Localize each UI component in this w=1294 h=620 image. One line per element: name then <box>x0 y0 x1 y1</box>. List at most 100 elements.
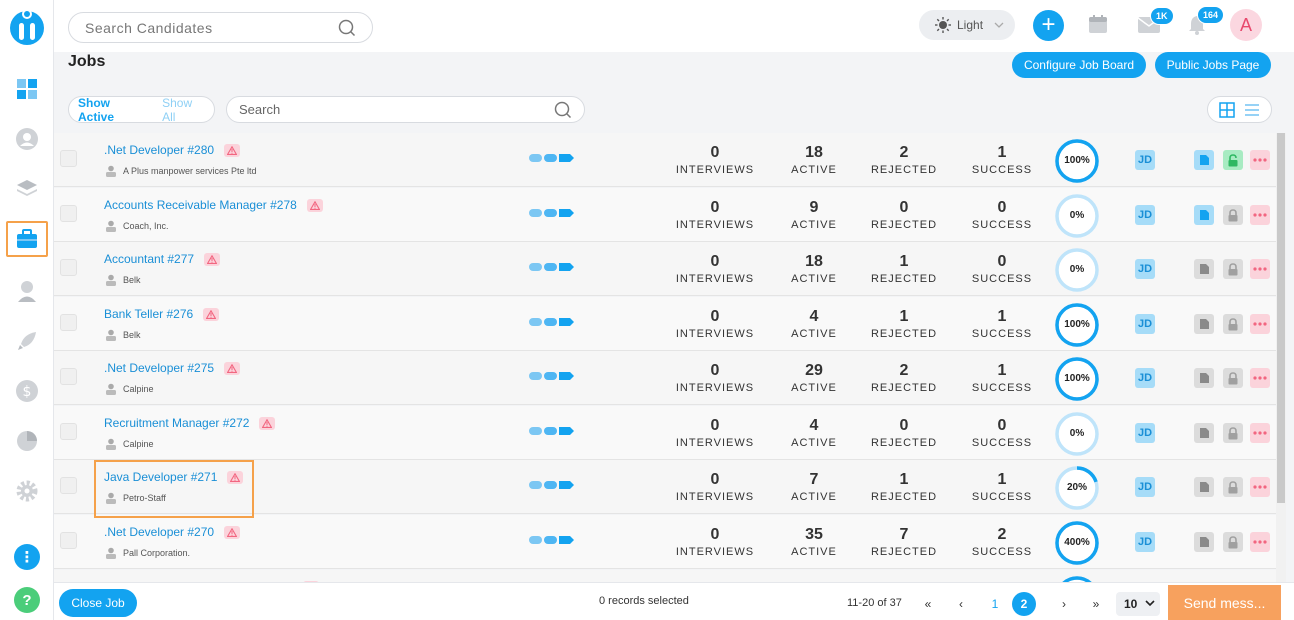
search-icon[interactable] <box>554 101 572 119</box>
job-title[interactable]: .Net Developer #275 <box>104 361 214 375</box>
lock-button[interactable] <box>1223 259 1243 279</box>
more-options-button[interactable] <box>1250 423 1270 443</box>
job-title[interactable]: Recruitment Manager #272 <box>104 416 249 430</box>
sidebar-item-candidates[interactable] <box>6 121 48 157</box>
sidebar-item-stack[interactable] <box>6 171 48 207</box>
theme-toggle[interactable]: Light <box>919 10 1015 40</box>
job-title-link[interactable]: .Net Developer #275 <box>104 361 241 375</box>
job-description-button[interactable]: JD <box>1135 368 1155 388</box>
warning-badge[interactable] <box>224 143 241 157</box>
active-stat[interactable]: 7 ACTIVE <box>774 470 854 505</box>
success-stat[interactable]: 1 SUCCESS <box>962 470 1042 505</box>
show-all-option[interactable]: Show All <box>162 96 205 124</box>
sidebar-item-dashboard[interactable] <box>6 71 48 107</box>
grid-view-icon[interactable] <box>1219 101 1235 118</box>
page-1-button[interactable]: 1 <box>988 592 1002 616</box>
more-options-button[interactable] <box>1250 368 1270 388</box>
pipeline-indicator[interactable] <box>529 481 574 489</box>
scrollbar-thumb[interactable] <box>1277 133 1285 503</box>
per-page-select[interactable]: 10 <box>1116 592 1160 616</box>
job-title-link[interactable]: .Net Developer #280 <box>104 143 241 157</box>
job-title-link[interactable]: Bank Teller #276 <box>104 307 220 321</box>
warning-badge[interactable] <box>306 198 323 212</box>
rejected-stat[interactable]: 7 REJECTED <box>864 525 944 560</box>
row-checkbox[interactable] <box>60 150 77 167</box>
public-jobs-page-button[interactable]: Public Jobs Page <box>1155 52 1271 78</box>
interviews-stat[interactable]: 0 INTERVIEWS <box>669 307 761 342</box>
pipeline-indicator[interactable] <box>529 536 574 544</box>
row-checkbox[interactable] <box>60 532 77 549</box>
search-candidates-input[interactable] <box>85 19 338 36</box>
success-stat[interactable]: 0 SUCCESS <box>962 252 1042 287</box>
warning-badge[interactable] <box>203 307 220 321</box>
job-description-button[interactable]: JD <box>1135 423 1155 443</box>
job-description-button[interactable]: JD <box>1135 477 1155 497</box>
sidebar-item-launch[interactable] <box>6 323 48 359</box>
job-title[interactable]: Accountant #277 <box>104 252 194 266</box>
pipeline-indicator[interactable] <box>529 372 574 380</box>
row-checkbox[interactable] <box>60 205 77 222</box>
list-view-icon[interactable] <box>1244 103 1260 117</box>
lock-button[interactable] <box>1223 150 1243 170</box>
page-2-button[interactable]: 2 <box>1012 592 1036 616</box>
row-checkbox[interactable] <box>60 368 77 385</box>
table-row[interactable]: Production Process Specialist #2650INTER… <box>54 570 1276 582</box>
more-options-button[interactable] <box>1250 205 1270 225</box>
success-stat[interactable]: 1 SUCCESS <box>962 361 1042 396</box>
success-stat[interactable]: 0 SUCCESS <box>962 416 1042 451</box>
more-options-button[interactable] <box>1250 532 1270 552</box>
sidebar-item-reports[interactable] <box>6 423 48 459</box>
table-row[interactable]: Accounts Receivable Manager #278 Coach, I… <box>54 188 1276 242</box>
active-stat[interactable]: 35 ACTIVE <box>774 525 854 560</box>
active-stat[interactable]: 29 ACTIVE <box>774 361 854 396</box>
rejected-stat[interactable]: 0 REJECTED <box>864 198 944 233</box>
add-button[interactable]: + <box>1033 10 1064 41</box>
lock-button[interactable] <box>1223 205 1243 225</box>
job-title[interactable]: .Net Developer #280 <box>104 143 214 157</box>
lock-button[interactable] <box>1223 532 1243 552</box>
publish-button[interactable] <box>1194 259 1214 279</box>
publish-button[interactable] <box>1194 477 1214 497</box>
job-title-link[interactable]: Accounts Receivable Manager #278 <box>104 198 323 212</box>
publish-button[interactable] <box>1194 423 1214 443</box>
job-title-link[interactable]: Recruitment Manager #272 <box>104 416 276 430</box>
publish-button[interactable] <box>1194 150 1214 170</box>
next-page-button[interactable]: › <box>1056 592 1072 616</box>
job-description-button[interactable]: JD <box>1135 205 1155 225</box>
help-button[interactable]: ? <box>14 587 40 613</box>
success-stat[interactable]: 1 SUCCESS <box>962 307 1042 342</box>
interviews-stat[interactable]: 0 INTERVIEWS <box>669 361 761 396</box>
lock-button[interactable] <box>1223 423 1243 443</box>
job-description-button[interactable]: JD <box>1135 314 1155 334</box>
more-options-button[interactable] <box>1250 150 1270 170</box>
more-options-button[interactable] <box>1250 314 1270 334</box>
more-options-button[interactable] <box>1250 477 1270 497</box>
row-checkbox[interactable] <box>60 423 77 440</box>
job-title-link[interactable]: .Net Developer #270 <box>104 525 241 539</box>
interviews-stat[interactable]: 0 INTERVIEWS <box>669 198 761 233</box>
pipeline-indicator[interactable] <box>529 209 574 217</box>
table-row[interactable]: .Net Developer #275 Calpine 0 INTERVIEWS 29 A… <box>54 351 1276 405</box>
job-title[interactable]: .Net Developer #270 <box>104 525 214 539</box>
interviews-stat[interactable]: 0 INTERVIEWS <box>669 416 761 451</box>
pipeline-indicator[interactable] <box>529 263 574 271</box>
success-stat[interactable]: 2 SUCCESS <box>962 525 1042 560</box>
job-title[interactable]: Java Developer #271 <box>104 470 217 484</box>
interviews-stat[interactable]: 0 INTERVIEWS <box>669 252 761 287</box>
job-title[interactable]: Accounts Receivable Manager #278 <box>104 198 297 212</box>
sidebar-item-jobs[interactable] <box>6 221 48 257</box>
job-description-button[interactable]: JD <box>1135 259 1155 279</box>
jobs-search-input[interactable] <box>239 102 554 117</box>
app-logo[interactable] <box>8 5 46 49</box>
interviews-stat[interactable]: 0 INTERVIEWS <box>669 143 761 178</box>
sidebar-item-contacts[interactable] <box>6 273 48 309</box>
lock-button[interactable] <box>1223 368 1243 388</box>
warning-badge[interactable] <box>204 252 221 266</box>
job-description-button[interactable]: JD <box>1135 532 1155 552</box>
more-options-button[interactable] <box>1250 259 1270 279</box>
job-title[interactable]: Bank Teller #276 <box>104 307 193 321</box>
success-stat[interactable]: 1 SUCCESS <box>962 143 1042 178</box>
send-message-button[interactable]: Send mess... <box>1168 585 1281 620</box>
warning-badge[interactable] <box>227 470 244 484</box>
rejected-stat[interactable]: 1 REJECTED <box>864 252 944 287</box>
